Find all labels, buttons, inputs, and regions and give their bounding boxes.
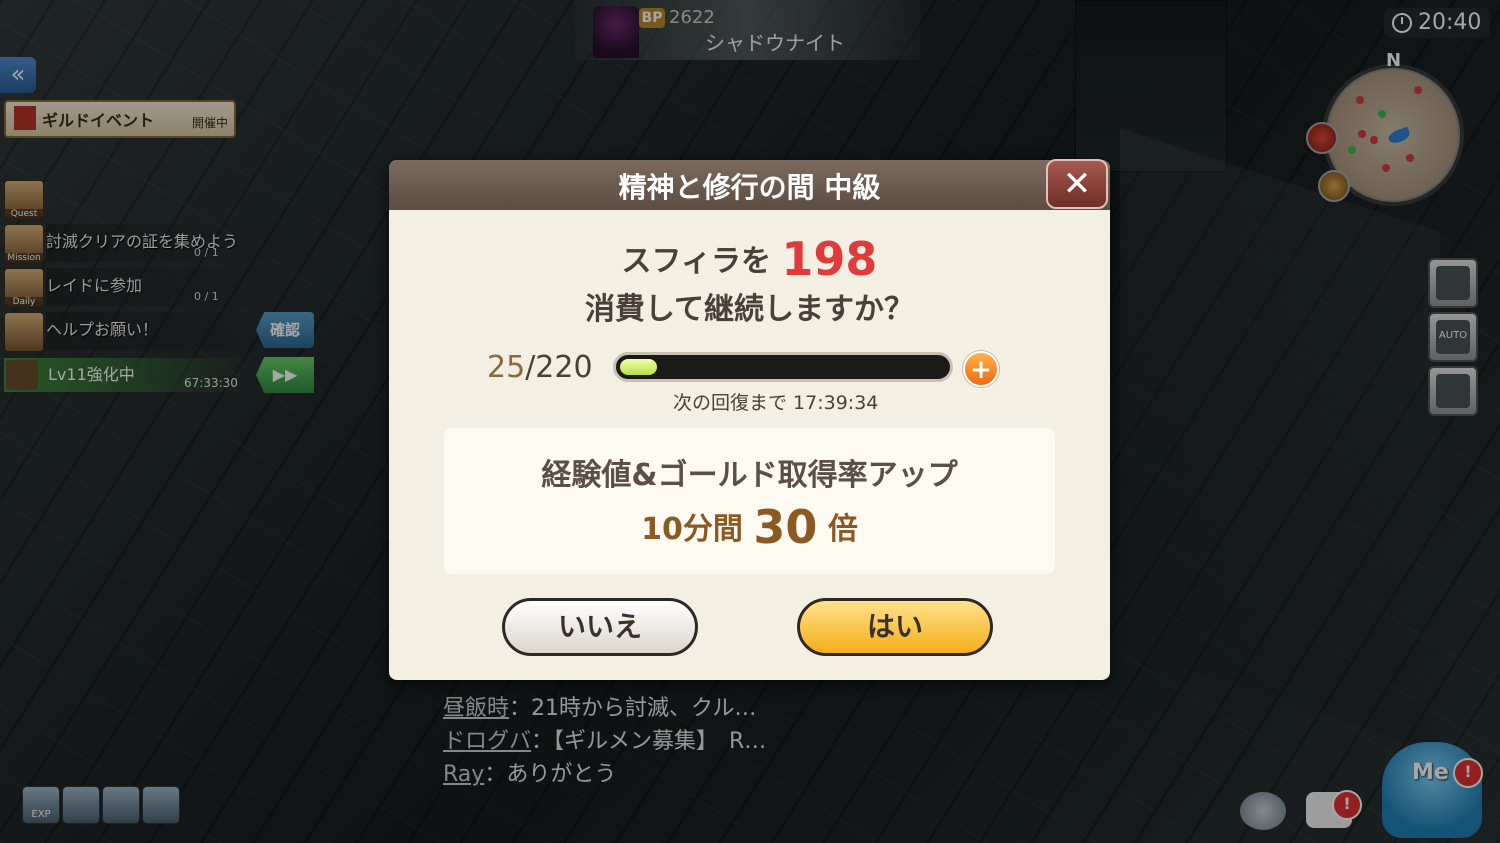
dialog-title: 精神と修行の間 中級 (618, 171, 881, 204)
stamina-max: /220 (525, 350, 593, 385)
close-icon: ✕ (1062, 164, 1092, 204)
bonus-duration: 10分間 30 倍 (444, 500, 1055, 554)
cost-prefix: スフィラを (621, 244, 771, 279)
yes-button[interactable]: はい (797, 598, 993, 656)
cost-question-line1: スフィラを 198 (389, 232, 1110, 286)
no-button[interactable]: いいえ (502, 598, 698, 656)
recovery-timer: 次の回復まで 17:39:34 (673, 392, 879, 414)
continue-dialog: 精神と修行の間 中級 ✕ スフィラを 198 消費して継続しますか？ 25/22… (389, 159, 1110, 680)
stamina-bar-fill (620, 359, 657, 375)
cost-question-line2: 消費して継続しますか？ (584, 292, 915, 327)
dialog-header: 精神と修行の間 中級 (389, 160, 1110, 210)
close-button[interactable]: ✕ (1046, 159, 1108, 209)
bonus-multiplier-suffix: 倍 (827, 512, 858, 547)
add-stamina-button[interactable]: + (963, 351, 999, 387)
plus-icon: + (970, 355, 992, 385)
stamina-bar (613, 352, 953, 382)
stamina-count: 25/220 (487, 350, 593, 385)
bonus-duration-prefix: 10分間 (641, 512, 743, 547)
bonus-multiplier: 30 (753, 500, 818, 554)
cost-amount: 198 (781, 232, 878, 286)
bonus-info-box: 経験値&ゴールド取得率アップ 10分間 30 倍 (444, 428, 1055, 574)
stamina-current: 25 (487, 350, 526, 385)
bonus-description: 経験値&ゴールド取得率アップ (541, 458, 958, 493)
